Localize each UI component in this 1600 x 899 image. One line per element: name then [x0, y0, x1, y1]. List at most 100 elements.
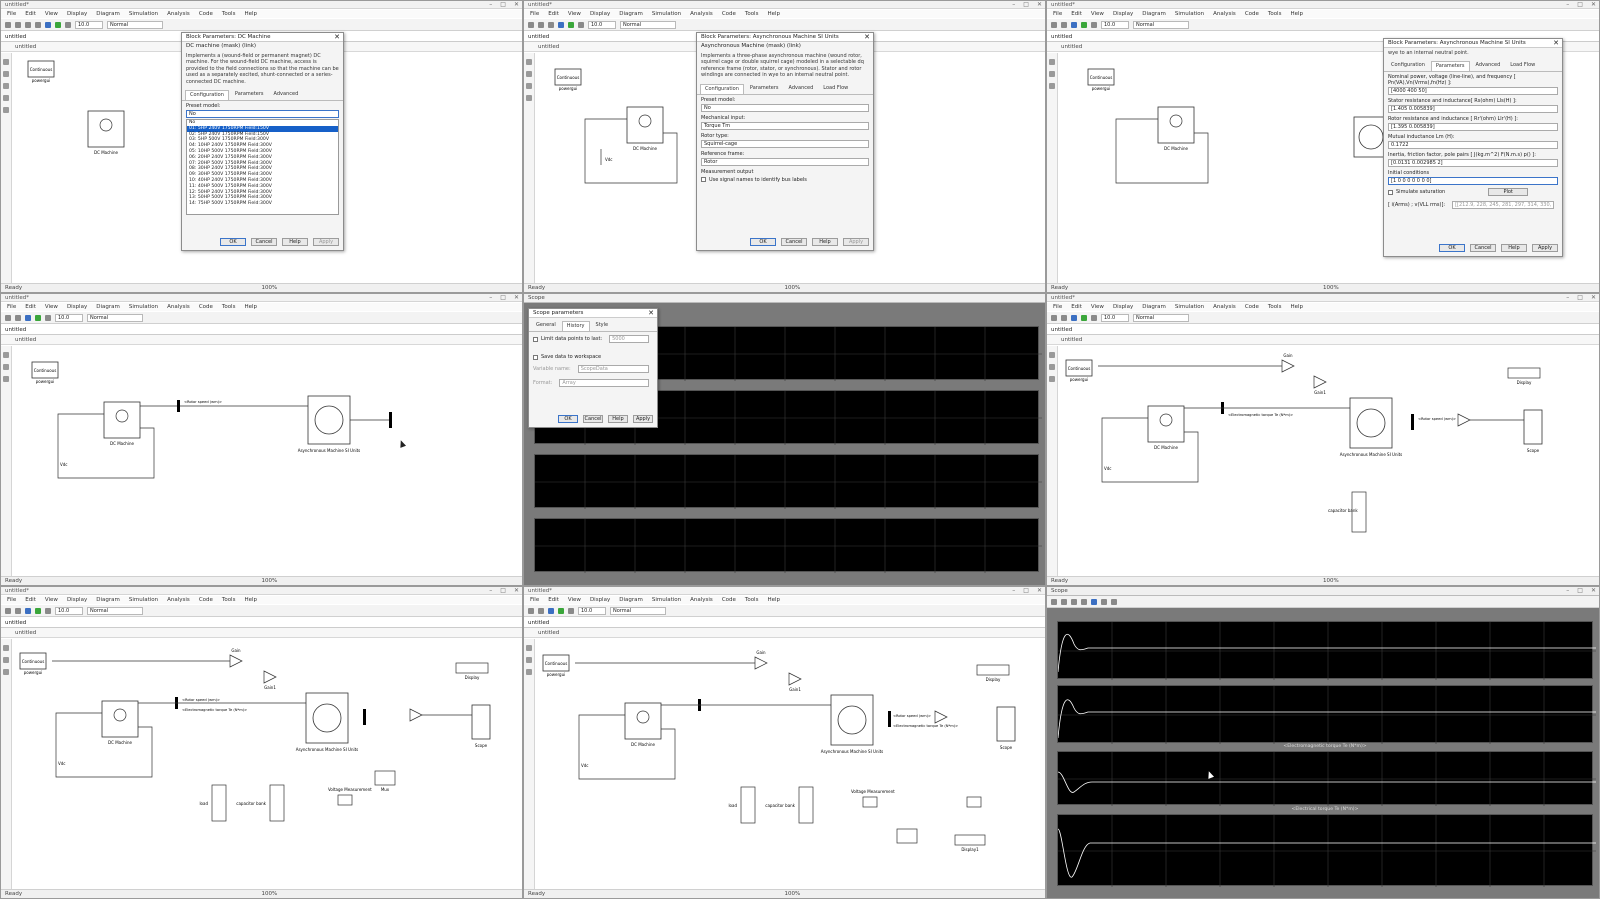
help-button[interactable]: Help: [1501, 244, 1527, 252]
new-icon[interactable]: [1051, 21, 1057, 28]
stop-icon[interactable]: [65, 21, 71, 28]
run-icon[interactable]: [1081, 314, 1087, 321]
undo-icon[interactable]: [25, 21, 31, 28]
minimize-icon[interactable]: –: [1012, 1, 1015, 9]
minimize-icon[interactable]: –: [1566, 1, 1569, 9]
library-icon[interactable]: [558, 21, 564, 28]
menu-tools[interactable]: Tools: [222, 303, 236, 311]
stop-icon[interactable]: [1091, 21, 1097, 28]
maximize-icon[interactable]: □: [1023, 587, 1029, 595]
close-icon[interactable]: ✕: [1591, 294, 1596, 302]
voltage-measurement-block[interactable]: [862, 796, 878, 808]
library-icon[interactable]: [548, 607, 554, 614]
menu-tools[interactable]: Tools: [1268, 10, 1282, 18]
async-machine-block[interactable]: [305, 692, 349, 744]
maximize-icon[interactable]: □: [500, 1, 506, 9]
menu-simulation[interactable]: Simulation: [1175, 10, 1204, 18]
menu-display[interactable]: Display: [67, 303, 87, 311]
scope-axes-4[interactable]: [1057, 814, 1596, 887]
menu-analysis[interactable]: Analysis: [1213, 10, 1236, 18]
tab-parameters[interactable]: Parameters: [231, 90, 268, 100]
menu-help[interactable]: Help: [1290, 10, 1303, 18]
menu-diagram[interactable]: Diagram: [619, 10, 643, 18]
ok-button[interactable]: OK: [1439, 244, 1465, 252]
menu-diagram[interactable]: Diagram: [96, 303, 120, 311]
gain-block[interactable]: [754, 656, 768, 670]
run-icon[interactable]: [55, 21, 61, 28]
menu-simulation[interactable]: Simulation: [129, 303, 158, 311]
print-icon[interactable]: [1051, 598, 1057, 605]
load-block[interactable]: [211, 784, 227, 822]
run-icon[interactable]: [35, 314, 41, 321]
bus-selector-block[interactable]: [1411, 414, 1414, 430]
menu-analysis[interactable]: Analysis: [167, 596, 190, 604]
menu-help[interactable]: Help: [1290, 303, 1303, 311]
gain-block[interactable]: [229, 654, 243, 668]
restore-icon[interactable]: [1111, 598, 1117, 605]
help-button[interactable]: Help: [812, 238, 838, 246]
gain-block[interactable]: [934, 710, 948, 724]
zoom-icon[interactable]: [3, 645, 9, 651]
menu-help[interactable]: Help: [767, 596, 780, 604]
save-icon[interactable]: [15, 314, 21, 321]
scope-axes-2[interactable]: [1057, 685, 1596, 744]
menu-code[interactable]: Code: [199, 10, 213, 18]
model-tab[interactable]: untitled: [1047, 325, 1599, 335]
sim-mode-select[interactable]: Normal: [610, 606, 666, 615]
tab-general[interactable]: General: [532, 321, 560, 331]
save-icon[interactable]: [15, 607, 21, 614]
window-controls[interactable]: – □ ✕: [1012, 1, 1042, 9]
model-canvas[interactable]: Continuous powergui Gain Gain1 Display D…: [1058, 346, 1599, 576]
undo-icon[interactable]: [548, 21, 554, 28]
close-icon[interactable]: ✕: [514, 294, 519, 302]
tab-configuration[interactable]: Configuration: [700, 83, 744, 94]
menu-display[interactable]: Display: [590, 596, 610, 604]
saturation-field[interactable]: [[212.9, 228, 245, 281, 297, 314, 330, 3…: [1452, 201, 1554, 210]
menu-simulation[interactable]: Simulation: [652, 596, 681, 604]
ok-button[interactable]: OK: [750, 238, 776, 246]
breadcrumb[interactable]: untitled: [1, 628, 522, 638]
apply-button[interactable]: Apply: [843, 238, 869, 246]
menu-help[interactable]: Help: [244, 303, 257, 311]
stop-time-field[interactable]: 10.0: [1101, 20, 1129, 29]
menu-view[interactable]: View: [568, 596, 581, 604]
menu-tools[interactable]: Tools: [222, 596, 236, 604]
menu-edit[interactable]: Edit: [25, 303, 36, 311]
gain-block[interactable]: [1457, 413, 1471, 427]
library-icon[interactable]: [45, 21, 51, 28]
display1-block[interactable]: [954, 834, 986, 846]
stator-field[interactable]: [1.405 0.005839]: [1388, 105, 1558, 114]
limit-field[interactable]: 5000: [609, 335, 649, 343]
stop-icon[interactable]: [45, 607, 51, 614]
menu-view[interactable]: View: [45, 10, 58, 18]
menu-diagram[interactable]: Diagram: [96, 596, 120, 604]
checkbox-icon[interactable]: [533, 354, 538, 360]
menu-display[interactable]: Display: [67, 10, 87, 18]
maximize-icon[interactable]: □: [1023, 1, 1029, 9]
close-icon[interactable]: ✕: [1553, 39, 1559, 48]
menu-view[interactable]: View: [568, 10, 581, 18]
format-select[interactable]: Array: [559, 379, 649, 387]
sim-mode-select[interactable]: Normal: [1133, 20, 1189, 29]
zoom-x-icon[interactable]: [1081, 598, 1087, 605]
sim-mode-select[interactable]: Normal: [87, 313, 143, 322]
arrow-icon[interactable]: [526, 83, 532, 89]
model-canvas[interactable]: Continuous powergui Gain Gain1 Display D…: [535, 639, 1045, 889]
tab-parameters[interactable]: Parameters: [746, 84, 783, 94]
tab-load-flow[interactable]: Load Flow: [1506, 61, 1539, 71]
annotation-icon[interactable]: [526, 95, 532, 101]
new-icon[interactable]: [5, 314, 11, 321]
menu-edit[interactable]: Edit: [1071, 303, 1082, 311]
capacitor-bank-block[interactable]: [269, 784, 285, 822]
window-controls[interactable]: – □ ✕: [489, 294, 519, 302]
display-block[interactable]: [966, 796, 982, 808]
model-canvas[interactable]: Continuous powergui DC Machine Vdc <Roto…: [12, 346, 522, 576]
gain1-block[interactable]: [788, 672, 802, 686]
arrow-icon[interactable]: [3, 83, 9, 89]
scope-axes-3[interactable]: [1057, 751, 1596, 806]
image-icon[interactable]: [3, 107, 9, 113]
breadcrumb[interactable]: untitled: [1, 335, 522, 345]
breadcrumb[interactable]: untitled: [1047, 335, 1599, 345]
menu-code[interactable]: Code: [722, 10, 736, 18]
minimize-icon[interactable]: –: [1566, 294, 1569, 302]
